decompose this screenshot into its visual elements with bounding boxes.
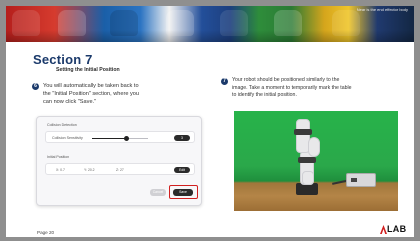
edit-button[interactable]: Edit [174, 167, 190, 173]
header-banner-image: Near is the end effector body [6, 6, 414, 42]
coord-y: Y: 20.2 [84, 168, 95, 172]
initial-position-heading: Initial Position [47, 155, 70, 159]
cancel-button[interactable]: Cancel [150, 189, 166, 196]
robot-wrist [302, 171, 314, 185]
settings-panel-screenshot: Collision Detection Collision Sensitivit… [36, 116, 202, 206]
lab-logo-text: LAB [387, 224, 407, 234]
step-number-badge: 6 [32, 83, 39, 90]
text-line: to identify the initial position. [232, 92, 297, 98]
collision-heading: Collision Detection [47, 123, 77, 127]
slide-frame: Near is the end effector body Section 7 … [0, 0, 420, 241]
document-page: Near is the end effector body Section 7 … [6, 6, 414, 237]
step-6-text: You will automatically be taken back to … [43, 82, 213, 106]
text-line: You will automatically be taken back to [43, 83, 139, 89]
page-number: Page 20 [37, 230, 55, 235]
text-line: Your robot should be positioned similarl… [232, 77, 340, 83]
controller-led [351, 178, 357, 182]
robot-joint [298, 157, 316, 163]
sensitivity-value: 3 [174, 135, 190, 141]
robot-photo [234, 111, 398, 211]
initial-position-row: X: 0.7 Y: 20.2 Z: 27 Edit [45, 163, 195, 175]
text-line: image. Take a moment to temporarily mark… [232, 84, 352, 91]
robot-joint [294, 129, 312, 135]
sensitivity-slider-fill [92, 137, 127, 139]
text-line: the "Initial Position" section, where yo… [43, 91, 140, 97]
save-button[interactable]: Save [173, 189, 193, 196]
section-title: Section 7 [33, 52, 93, 67]
banner-caption: Near is the end effector body [356, 7, 408, 12]
controller-box [346, 173, 376, 187]
sensitivity-row: Collision Sensitivity 3 [45, 131, 195, 143]
sensitivity-label: Collision Sensitivity [52, 135, 83, 140]
sensitivity-slider-knob[interactable] [124, 135, 130, 141]
coord-z: Z: 27 [116, 168, 124, 172]
text-line: can now click "Save." [43, 99, 97, 105]
step-7-text: Your robot should be positioned similarl… [232, 77, 412, 100]
section-subtitle: Setting the Initial Position [56, 67, 120, 73]
lab-logo-icon [380, 225, 387, 234]
robot-elbow [308, 137, 320, 157]
step-number-badge: 7 [221, 78, 228, 85]
coord-x: X: 0.7 [56, 168, 65, 172]
banner-shade [6, 30, 414, 42]
